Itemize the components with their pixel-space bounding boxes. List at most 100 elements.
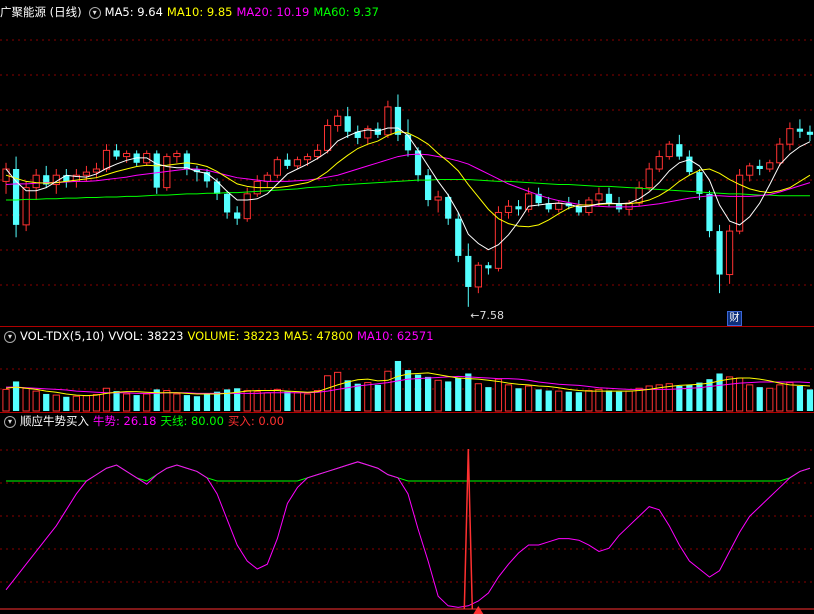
volume-bar-up: [52, 394, 60, 412]
candle-up: [474, 264, 482, 288]
candle-up: [323, 125, 332, 151]
candle-up: [504, 205, 513, 213]
candle-down: [445, 196, 452, 219]
volume-bar-down: [183, 395, 191, 411]
candle-up: [123, 152, 131, 158]
candle-up: [334, 115, 342, 127]
volume-bar-down: [414, 374, 422, 411]
candle-down: [716, 231, 723, 275]
volume-panel-legend-item: MA10: 62571: [356, 329, 434, 343]
volume-bar-down: [394, 360, 402, 411]
candle-up: [303, 156, 312, 161]
candle-up: [273, 159, 281, 176]
volume-bar-down: [374, 384, 381, 411]
volume-bar-up: [725, 376, 734, 412]
volume-bar-up: [253, 391, 261, 412]
indicator-chart[interactable]: [0, 413, 814, 614]
volume-bar-up: [504, 384, 513, 412]
volume-bar-down: [515, 388, 522, 411]
candle-up: [384, 106, 392, 136]
candle-down: [806, 131, 814, 135]
candle-up: [555, 202, 563, 210]
volume-bar-down: [354, 383, 361, 411]
volume-panel-header: ▾ VOL-TDX(5,10) VVOL: 38223 VOLUME: 38223 MA…: [0, 328, 442, 344]
candle-up: [434, 196, 442, 201]
indicator-panel: ▾ 顺应牛势买入 牛势: 26.18 天线: 80.00 买入: 0.00: [0, 413, 814, 614]
volume-bar-down: [344, 380, 351, 411]
candle-down: [344, 116, 351, 132]
candle-down: [696, 172, 703, 194]
volume-bar-up: [323, 375, 332, 412]
ma60-line: [6, 179, 810, 201]
volume-bar-up: [92, 394, 101, 412]
volume-bar-up: [555, 390, 563, 412]
volume-bar-up: [786, 382, 794, 412]
volume-bar-up: [384, 370, 392, 412]
volume-bar-up: [585, 390, 593, 412]
volume-bar-up: [102, 387, 111, 412]
volume-bar-up: [2, 388, 10, 412]
candle-up: [645, 168, 653, 189]
volume-panel-settings-icon[interactable]: ▾: [4, 330, 16, 343]
volume-bar-down: [545, 390, 552, 411]
volume-bar-up: [72, 395, 80, 412]
price-panel: 广聚能源 (日线) ▾ MA5: 9.64 MA10: 9.85 MA20: 10.19…: [0, 0, 814, 326]
volume-bar-down: [535, 389, 542, 411]
volume-bar-down: [113, 391, 120, 411]
indicator-panel-header: ▾ 顺应牛势买入 牛势: 26.18 天线: 80.00 买入: 0.00: [0, 413, 292, 429]
volume-bar-down: [485, 387, 492, 411]
indicator-panel-settings-icon[interactable]: ▾: [4, 415, 16, 428]
volume-bar-up: [665, 383, 673, 412]
volume-bar-up: [303, 393, 312, 412]
volume-bar-down: [284, 391, 291, 411]
volume-bar-up: [163, 390, 171, 412]
volume-bar-up: [766, 387, 774, 412]
candle-up: [494, 211, 503, 269]
volume-bar-up: [293, 392, 302, 412]
candle-up: [776, 143, 784, 164]
volume-bar-up: [434, 379, 442, 412]
candle-down: [374, 128, 381, 135]
volume-bar-up: [313, 390, 322, 412]
volume-bar-down: [203, 393, 211, 411]
candle-up: [746, 165, 754, 176]
candle-down: [394, 106, 402, 135]
candle-down: [183, 153, 191, 169]
volume-bar-up: [32, 390, 40, 412]
volume-bar-down: [12, 381, 20, 411]
volume-bar-up: [123, 393, 131, 412]
indicator-panel-legend-item: 买入: 0.00: [227, 414, 285, 428]
candle-down: [113, 150, 120, 157]
candle-down: [465, 255, 472, 287]
volume-bar-up: [364, 382, 372, 412]
buy-signal-spike: [463, 449, 474, 610]
volume-bar-down: [63, 396, 70, 411]
indicator-panel-legend-item: 牛势: 26.18: [93, 414, 157, 428]
candle-up: [725, 230, 734, 276]
indicator-panel-legend-item: 天线: 80.00: [160, 414, 224, 428]
candle-up: [313, 149, 322, 158]
volume-bar-up: [334, 371, 342, 412]
candle-up: [82, 171, 91, 176]
volume-bar-down: [193, 396, 201, 411]
candle-up: [243, 193, 251, 220]
panel-settings-icon[interactable]: ▾: [88, 6, 101, 19]
volume-bar-down: [615, 391, 623, 411]
main-panel-legend-item: MA20: 10.19: [236, 5, 310, 19]
volume-bar-up: [746, 384, 754, 412]
volume-panel: ▾ VOL-TDX(5,10) VVOL: 38223 VOLUME: 38223 MA…: [0, 327, 814, 412]
volume-bar-up: [494, 378, 503, 412]
candle-down: [234, 212, 241, 219]
candle-down: [223, 193, 231, 213]
price-panel-title: 广聚能源 (日线): [0, 5, 82, 19]
candlestick-chart[interactable]: ←7.58: [0, 0, 814, 326]
indicator-legend: 牛势: 26.18 天线: 80.00 买入: 0.00: [93, 414, 288, 428]
volume-bar-down: [696, 382, 703, 411]
volume-panel-title: VOL-TDX(5,10): [20, 329, 105, 343]
volume-bar-down: [133, 395, 140, 411]
candle-up: [293, 159, 302, 167]
volume-bar-up: [173, 393, 181, 412]
candle-up: [655, 156, 663, 170]
financial-report-badge[interactable]: 财: [727, 311, 742, 326]
candle-down: [605, 193, 613, 204]
